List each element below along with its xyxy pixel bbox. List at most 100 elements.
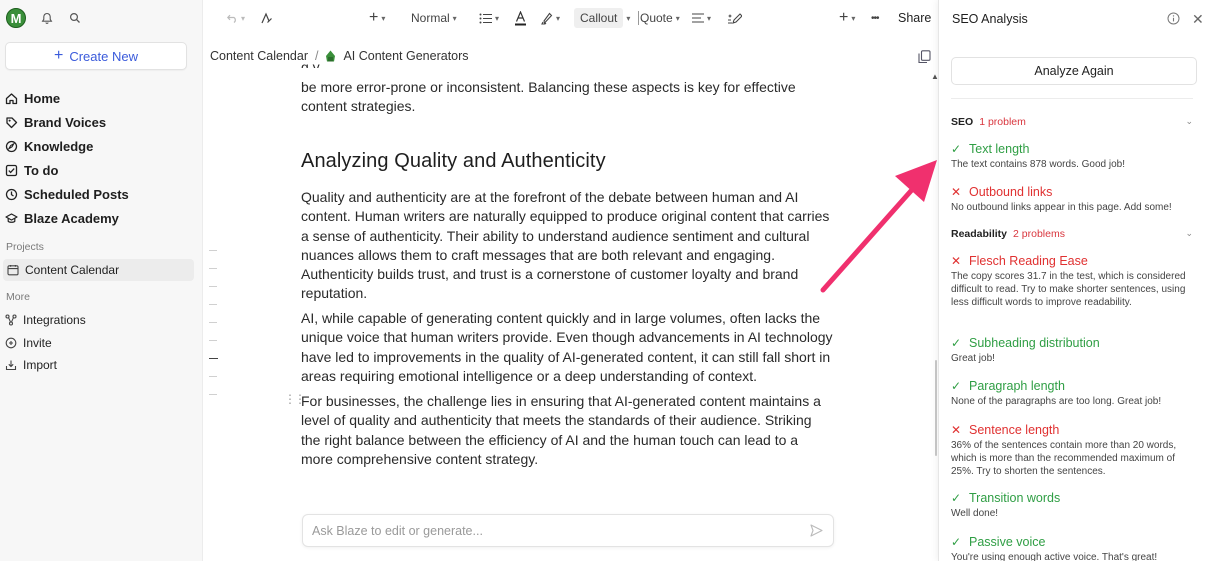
align-button[interactable]: ▾	[692, 0, 711, 36]
breadcrumb-root[interactable]: Content Calendar	[210, 49, 308, 63]
sidebar-item-label: Scheduled Posts	[24, 186, 129, 202]
paragraph[interactable]: AI, while capable of generating content …	[301, 309, 833, 386]
more-item-label: Import	[23, 358, 58, 373]
ai-pen-icon	[728, 12, 742, 24]
divider	[951, 98, 1193, 99]
list-icon	[479, 13, 492, 23]
clear-format-button[interactable]	[260, 0, 273, 36]
analyze-again-button[interactable]: Analyze Again	[951, 57, 1197, 85]
sidebar-item-content-calendar[interactable]: Content Calendar	[3, 259, 194, 281]
highlighter-icon	[541, 12, 553, 25]
more-item-label: Integrations	[23, 313, 86, 328]
search-icon[interactable]	[68, 11, 82, 25]
cross-icon: ✕	[951, 423, 962, 437]
sidebar-item-integrations[interactable]: Integrations	[5, 309, 86, 332]
create-new-label: Create New	[69, 48, 138, 64]
check-title: Subheading distribution	[969, 336, 1100, 350]
check-title: Sentence length	[969, 423, 1060, 437]
sidebar-item-blaze-academy[interactable]: Blaze Academy	[5, 206, 195, 230]
check-icon: ✓	[951, 142, 962, 156]
ask-blaze-input[interactable]: Ask Blaze to edit or generate...	[302, 514, 834, 547]
check-subheading-distribution: ✓ Subheading distribution Great job!	[951, 336, 1197, 366]
paragraph[interactable]: Quality and authenticity are at the fore…	[301, 188, 833, 304]
readability-problem-count: 2 problems	[1013, 228, 1065, 240]
text-style-dropdown[interactable]: Normal ▾	[411, 0, 457, 36]
check-icon: ✓	[951, 535, 962, 549]
check-paragraph-length: ✓ Paragraph length None of the paragraphs…	[951, 379, 1197, 409]
insert-button[interactable]: + ▾	[369, 0, 385, 36]
sidebar-item-brand-voices[interactable]: Brand Voices	[5, 110, 195, 134]
knowledge-icon	[5, 140, 18, 152]
more-icon: •••	[871, 12, 879, 24]
editor-toolbar: ▾ + ▾ Normal ▾ ▾ ▾ Callout ▾ Quote ▾ ▾ + ▾ ••…	[203, 0, 938, 36]
sidebar-item-label: Blaze Academy	[24, 210, 119, 226]
close-icon[interactable]: ✕	[1192, 11, 1204, 28]
sidebar-item-import[interactable]: Import	[5, 354, 86, 377]
arrow-shaft	[820, 180, 921, 293]
quote-dropdown[interactable]: Quote ▾	[640, 0, 680, 36]
info-icon[interactable]	[1167, 12, 1180, 25]
send-icon[interactable]	[810, 524, 823, 537]
plus-icon: +	[839, 9, 849, 26]
list-button[interactable]: ▾	[479, 0, 499, 36]
ask-blaze-placeholder: Ask Blaze to edit or generate...	[312, 523, 483, 538]
add-block-button[interactable]: + ▾	[839, 0, 855, 36]
bell-icon[interactable]	[40, 11, 54, 25]
paragraph[interactable]: For businesses, the challenge lies in en…	[301, 392, 833, 469]
more-options-button[interactable]: •••	[871, 0, 879, 36]
readability-section-label: Readability	[951, 228, 1008, 240]
callout-dropdown[interactable]: Callout ▾	[574, 0, 630, 36]
highlight-button[interactable]: ▾	[540, 0, 560, 36]
check-icon: ✓	[951, 491, 962, 505]
seo-section-label: SEO	[951, 116, 974, 128]
seo-problem-count: 1 problem	[979, 116, 1026, 128]
sidebar-item-scheduled-posts[interactable]: Scheduled Posts	[5, 182, 195, 206]
sidebar-item-label: Brand Voices	[24, 114, 107, 130]
sidebar-item-label: To do	[24, 162, 59, 178]
panel-title: SEO Analysis	[952, 12, 1028, 26]
sidebar-nav: Home Brand Voices Knowledge To do Schedu…	[5, 86, 195, 230]
clipped-panel-text	[951, 30, 1151, 36]
more-item-label: Invite	[23, 335, 52, 350]
more-section-label: More	[6, 291, 30, 303]
check-description: The copy scores 31.7 in the test, which …	[951, 271, 1186, 308]
check-outbound-links: ✕ Outbound links No outbound links appear…	[951, 185, 1197, 215]
check-description: Great job!	[951, 353, 995, 364]
todo-icon	[5, 164, 18, 176]
check-title: Flesch Reading Ease	[969, 254, 1088, 268]
readability-section-header[interactable]: Readability 2 problems ⌄	[951, 228, 1197, 240]
sidebar-item-label: Knowledge	[24, 138, 94, 154]
section-heading[interactable]: Analyzing Quality and Authenticity	[301, 151, 606, 171]
integrations-icon	[5, 314, 17, 326]
sidebar-item-home[interactable]: Home	[5, 86, 195, 110]
undo-button[interactable]: ▾	[225, 0, 245, 36]
plus-icon: +	[54, 47, 64, 64]
share-button[interactable]: Share	[898, 0, 931, 36]
drag-handle-icon[interactable]: ⋮⋮	[284, 393, 306, 405]
chevron-down-icon: ⌄	[1185, 228, 1193, 238]
sidebar-item-invite[interactable]: Invite	[5, 332, 86, 355]
check-transition-words: ✓ Transition words Well done!	[951, 491, 1197, 521]
text-color-button[interactable]	[514, 0, 527, 36]
check-description: None of the paragraphs are too long. Gre…	[951, 396, 1162, 407]
projects-section-label: Projects	[6, 241, 44, 253]
sidebar-item-knowledge[interactable]: Knowledge	[5, 134, 195, 158]
check-title: Transition words	[969, 491, 1061, 505]
paragraph[interactable]: be more error-prone or inconsistent. Bal…	[301, 78, 833, 117]
editor-scrollbar[interactable]	[935, 360, 937, 456]
copy-icon[interactable]	[918, 50, 931, 64]
project-item-label: Content Calendar	[25, 263, 120, 277]
seo-section-header[interactable]: SEO 1 problem ⌄	[951, 116, 1197, 128]
more-list: Integrations Invite Import	[5, 309, 86, 377]
create-new-button[interactable]: + Create New	[5, 42, 187, 70]
ai-write-button[interactable]	[727, 0, 742, 36]
cross-icon: ✕	[951, 185, 962, 199]
toolbar-divider	[638, 11, 639, 25]
check-description: No outbound links appear in this page. A…	[951, 202, 1172, 213]
check-flesch-reading-ease: ✕ Flesch Reading Ease The copy scores 31.…	[951, 254, 1197, 309]
document-outline[interactable]	[209, 250, 219, 412]
sidebar-item-todo[interactable]: To do	[5, 158, 195, 182]
check-title: Passive voice	[969, 535, 1046, 549]
undo-icon	[226, 14, 236, 23]
avatar[interactable]: M	[6, 8, 26, 28]
